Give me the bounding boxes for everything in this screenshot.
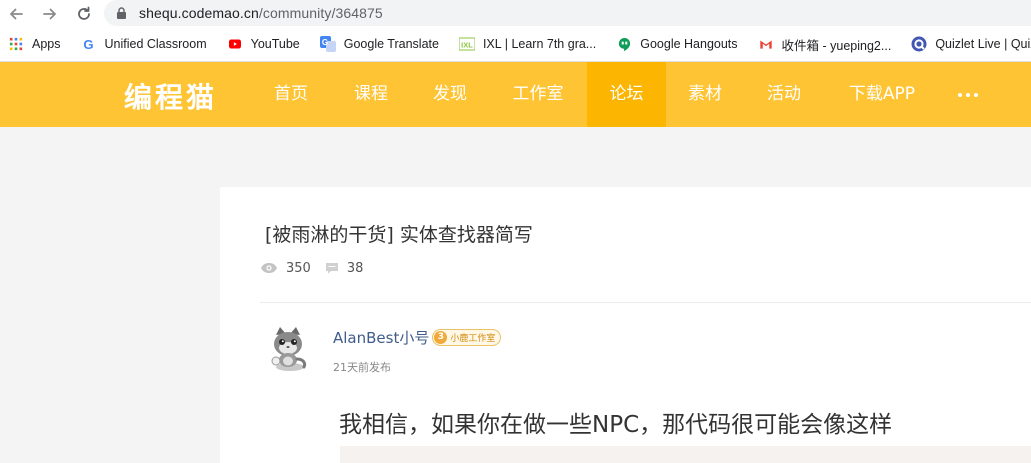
post-time: 21天前发布 <box>333 361 391 374</box>
bookmark-youtube[interactable]: YouTube <box>227 36 300 52</box>
back-button[interactable] <box>6 4 26 24</box>
nav-activities[interactable]: 活动 <box>752 62 816 127</box>
hangouts-icon <box>616 36 632 52</box>
gmail-icon <box>758 36 774 52</box>
bookmark-label: 收件箱 - yueping2... <box>781 38 892 53</box>
post-body-text: 我相信，如果你在做一些NPC，那代码很可能会像这样 <box>339 412 893 438</box>
bookmark-label: Unified Classroom <box>104 37 207 51</box>
author-info: AlanBest小号 3 小鹿工作室 <box>333 327 502 348</box>
reload-icon <box>78 6 90 20</box>
browser-toolbar: shequ.codemao.cn/community/364875 <box>0 0 1031 27</box>
code-block <box>340 446 1031 463</box>
bookmark-label: Google Hangouts <box>640 37 738 51</box>
forward-button[interactable] <box>40 4 60 24</box>
nav-studio[interactable]: 工作室 <box>497 62 579 127</box>
more-menu-icon[interactable] <box>958 62 978 127</box>
eye-icon <box>260 262 278 276</box>
ixl-icon: IXL <box>458 36 475 52</box>
bookmark-gmail[interactable]: 收件箱 - yueping2... <box>758 35 892 54</box>
arrow-left-icon <box>10 8 23 19</box>
site-logo[interactable]: 编程猫 <box>124 76 217 116</box>
url-text: shequ.codemao.cn/community/364875 <box>139 5 383 21</box>
site-header: 编程猫 首页 课程 发现 工作室 论坛 素材 活动 下载APP <box>0 62 1031 127</box>
google-translate-icon: G <box>319 36 336 52</box>
bookmark-label: YouTube <box>250 37 300 51</box>
badge-level: 3 <box>434 331 448 344</box>
url-path: /community/364875 <box>258 5 383 21</box>
bookmark-ixl[interactable]: IXL IXL | Learn 7th gra... <box>458 36 597 52</box>
studio-badge[interactable]: 3 小鹿工作室 <box>432 329 502 346</box>
nav-courses[interactable]: 课程 <box>339 62 403 127</box>
bookmark-label: Apps <box>32 37 61 51</box>
bookmark-label: Quizlet Live | Quiz... <box>935 37 1031 51</box>
post-stats: 350 38 <box>260 261 375 276</box>
view-count: 350 <box>286 261 311 276</box>
bookmark-apps[interactable]: Apps <box>8 36 61 52</box>
google-g-icon: G <box>81 36 97 52</box>
bookmark-google-hangouts[interactable]: Google Hangouts <box>616 36 738 52</box>
nav-download-app[interactable]: 下载APP <box>834 62 930 127</box>
nav-home[interactable]: 首页 <box>259 62 323 127</box>
bookmarks-bar: Apps G Unified Classroom YouTube G Googl… <box>0 27 1031 62</box>
author-name[interactable]: AlanBest小号 <box>333 327 429 348</box>
bookmark-label: IXL | Learn 7th gra... <box>482 37 597 51</box>
post-title: [被雨淋的干货] 实体查找器简写 <box>265 224 533 246</box>
bookmark-quizlet-live[interactable]: Quizlet Live | Quiz... <box>911 36 1031 52</box>
bookmark-label: Google Translate <box>343 37 439 51</box>
svg-text:G: G <box>322 38 328 47</box>
nav-materials[interactable]: 素材 <box>673 62 737 127</box>
lock-icon <box>117 7 126 19</box>
reload-button[interactable] <box>74 4 94 24</box>
comment-count: 38 <box>346 261 364 276</box>
divider <box>260 302 1031 303</box>
author-avatar[interactable] <box>262 325 314 373</box>
address-bar[interactable]: shequ.codemao.cn/community/364875 <box>104 0 1031 26</box>
svg-text:IXL: IXL <box>461 41 473 50</box>
arrow-right-icon <box>43 8 56 19</box>
nav-discover[interactable]: 发现 <box>418 62 482 127</box>
post-card: [被雨淋的干货] 实体查找器简写 350 38 AlanBest小号 3 小鹿工… <box>220 187 1031 463</box>
url-host: shequ.codemao.cn <box>139 5 259 21</box>
youtube-icon <box>227 36 243 52</box>
comment-icon <box>325 262 339 276</box>
svg-text:G: G <box>83 37 93 52</box>
bookmark-google-translate[interactable]: G Google Translate <box>319 36 439 52</box>
badge-text: 小鹿工作室 <box>450 334 496 344</box>
bookmark-unified-classroom[interactable]: G Unified Classroom <box>81 36 207 52</box>
quizlet-icon <box>911 36 927 52</box>
apps-grid-icon <box>8 36 24 52</box>
nav-forum[interactable]: 论坛 <box>587 62 666 127</box>
